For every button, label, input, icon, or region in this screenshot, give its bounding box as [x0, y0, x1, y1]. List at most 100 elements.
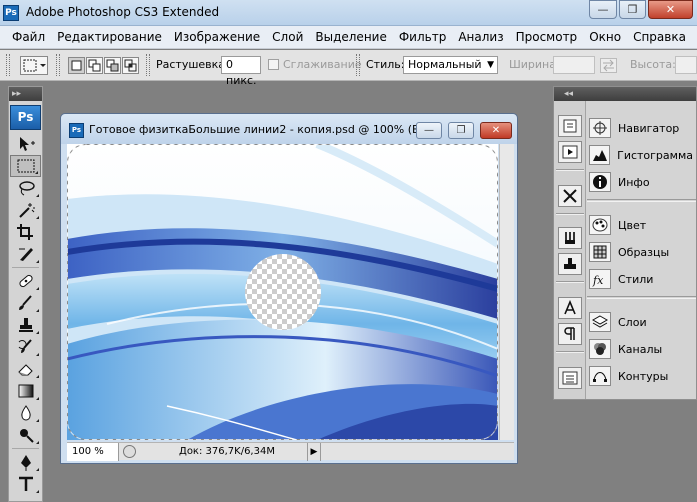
style-select[interactable]: Нормальный ▼ [403, 56, 498, 74]
dodge-tool[interactable] [10, 424, 41, 446]
zoom-level-field[interactable]: 100 % [67, 443, 119, 461]
feather-input[interactable]: 0 пикс. [221, 56, 261, 87]
panel-navigator[interactable]: Навигатор [589, 116, 693, 140]
style-select-value: Нормальный [408, 58, 482, 71]
menu-window[interactable]: Окно [583, 26, 627, 48]
clone-source-panel-button[interactable] [558, 253, 582, 275]
options-bar: Растушевка: 0 пикс. Сглаживание Стиль: Н… [0, 50, 697, 87]
magic-wand-tool[interactable] [10, 199, 41, 221]
bandage-icon [18, 274, 33, 288]
psd-file-icon: Ps [69, 123, 84, 138]
character-panel-button[interactable] [558, 297, 582, 319]
gradient-tool[interactable] [10, 380, 41, 402]
move-tool[interactable] [10, 133, 41, 155]
clone-stamp-tool[interactable] [10, 314, 41, 336]
styles-fx-icon: fx [589, 269, 611, 289]
panel-channels[interactable]: Каналы [589, 337, 693, 361]
brush-tool[interactable] [10, 292, 41, 314]
options-bar-grip[interactable] [6, 54, 10, 76]
menu-image[interactable]: Изображение [168, 26, 266, 48]
close-window-button[interactable]: ✕ [648, 0, 693, 19]
marquee-preset-picker[interactable] [20, 56, 48, 75]
character-a-icon [564, 300, 576, 315]
panel-layers-label: Слои [618, 315, 647, 329]
panel-color[interactable]: Цвет [589, 213, 693, 237]
panel-histogram-label: Гистограмма [617, 148, 693, 162]
pen-nib-icon [20, 455, 31, 471]
history-brush-tool[interactable] [10, 336, 41, 358]
brushes-panel-button[interactable] [558, 227, 582, 249]
document-size-info: Док: 376,7K/6,34M [179, 446, 275, 457]
tools-icon [563, 189, 577, 203]
actions-panel-button[interactable] [558, 141, 582, 163]
panel-layers[interactable]: Слои [589, 310, 693, 334]
photoshop-logo[interactable]: Ps [10, 105, 41, 130]
menu-select[interactable]: Выделение [309, 26, 392, 48]
panel-channels-label: Каналы [618, 342, 663, 356]
menu-help[interactable]: Справка [627, 26, 692, 48]
document-minimize-button[interactable]: — [416, 122, 442, 139]
height-label: Высота: [630, 58, 676, 71]
panel-styles[interactable]: fx Стили [589, 267, 693, 291]
healing-brush-tool[interactable] [10, 270, 41, 292]
divider [56, 54, 60, 76]
eraser-tool[interactable] [10, 358, 41, 380]
add-to-selection-button[interactable] [86, 57, 103, 74]
dock-collapse-button[interactable]: ◂◂ [564, 87, 573, 101]
histogram-icon [589, 145, 611, 165]
panel-swatches-label: Образцы [618, 245, 670, 259]
status-info-icon[interactable] [123, 445, 136, 458]
lasso-tool[interactable] [10, 177, 41, 199]
crop-icon [16, 224, 33, 240]
panel-info[interactable]: Инфо [589, 170, 693, 194]
blur-tool[interactable] [10, 402, 41, 424]
history-panel-button[interactable] [558, 115, 582, 137]
menu-file[interactable]: Файл [6, 26, 51, 48]
tool-presets-panel-button[interactable] [558, 185, 582, 207]
pen-tool[interactable] [10, 451, 41, 473]
restore-window-button[interactable]: ❐ [619, 0, 646, 19]
menu-filter[interactable]: Фильтр [393, 26, 452, 48]
gradient-icon [18, 384, 33, 398]
expanded-panel-list: Навигатор Гистограмма Инфо Цвет Образцы … [587, 101, 696, 399]
toolbox: ▸▸ Ps [8, 86, 43, 502]
stamp-icon [18, 318, 33, 332]
menu-view[interactable]: Просмотр [510, 26, 584, 48]
layer-comps-panel-button[interactable] [558, 367, 582, 389]
toolbox-collapse-button[interactable]: ▸▸ [9, 87, 42, 101]
image-canvas[interactable] [67, 144, 498, 440]
swap-dimensions-button[interactable] [600, 58, 617, 73]
menu-edit[interactable]: Редактирование [51, 26, 168, 48]
paragraph-panel-button[interactable] [558, 323, 582, 345]
document-restore-button[interactable]: ❐ [448, 122, 474, 139]
panel-histogram[interactable]: Гистограмма [589, 143, 693, 167]
subtract-from-selection-button[interactable] [104, 57, 121, 74]
vertical-scrollbar[interactable] [499, 144, 514, 440]
type-t-icon [18, 476, 33, 491]
document-title-bar[interactable]: Ps Готовое физиткаБольшие линии2 - копия… [61, 114, 517, 144]
intersect-selection-button[interactable] [122, 57, 139, 74]
menu-analysis[interactable]: Анализ [452, 26, 509, 48]
info-icon [589, 172, 611, 192]
slice-tool[interactable] [10, 243, 41, 265]
antialias-checkbox[interactable] [268, 59, 279, 70]
type-tool[interactable] [10, 473, 41, 495]
rectangular-marquee-tool[interactable] [10, 155, 41, 177]
crop-tool[interactable] [10, 221, 41, 243]
width-input[interactable] [553, 56, 595, 74]
play-icon [562, 145, 578, 159]
document-close-button[interactable]: ✕ [480, 122, 512, 139]
status-menu-arrow-icon[interactable]: ▶ [307, 443, 321, 461]
style-label: Стиль: [366, 58, 405, 71]
dodge-icon [19, 429, 34, 443]
height-input[interactable] [675, 56, 697, 74]
icon-column-separator [556, 169, 584, 171]
intersect-selection-icon [124, 59, 137, 72]
chevron-down-icon: ▼ [487, 60, 494, 70]
new-selection-button[interactable] [68, 57, 85, 74]
panel-paths[interactable]: Контуры [589, 364, 693, 388]
toolbox-separator [12, 267, 39, 268]
panel-swatches[interactable]: Образцы [589, 240, 693, 264]
minimize-window-button[interactable]: — [589, 0, 617, 19]
menu-layer[interactable]: Слой [266, 26, 309, 48]
